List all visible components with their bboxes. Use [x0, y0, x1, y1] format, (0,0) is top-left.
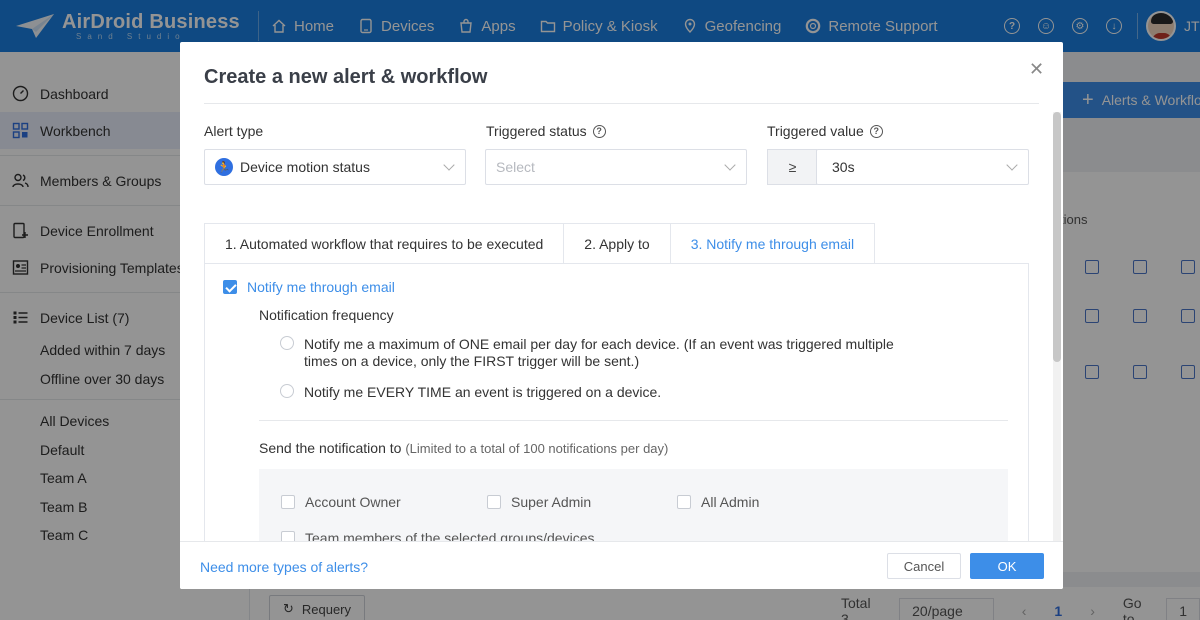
cancel-button[interactable]: Cancel — [887, 553, 961, 579]
checkbox-checked-icon[interactable] — [223, 280, 237, 294]
radio-button[interactable] — [280, 336, 294, 350]
frequency-option-every-time[interactable]: Notify me EVERY TIME an event is trigger… — [280, 384, 661, 401]
tab-automated-workflow[interactable]: 1. Automated workflow that requires to b… — [204, 223, 565, 264]
section-divider — [259, 420, 1008, 421]
send-notification-label: Send the notification to (Limited to a t… — [259, 440, 668, 456]
workflow-tabs: 1. Automated workflow that requires to b… — [204, 223, 876, 264]
recipient-all-admin[interactable]: All Admin — [677, 494, 759, 510]
chevron-down-icon — [443, 159, 455, 171]
chevron-down-icon — [724, 159, 736, 171]
dialog-footer: Need more types of alerts? Cancel OK — [180, 541, 1063, 589]
triggered-value-label: Triggered value ? — [767, 123, 883, 139]
checkbox[interactable] — [677, 495, 691, 509]
triggered-status-select[interactable]: Select — [485, 149, 747, 185]
help-icon[interactable]: ? — [592, 124, 606, 138]
checkbox[interactable] — [487, 495, 501, 509]
send-notification-text: Send the notification to — [259, 440, 402, 456]
alert-type-select[interactable]: 🏃 Device motion status — [204, 149, 466, 185]
recipient-account-owner[interactable]: Account Owner — [281, 494, 401, 510]
send-limit-note: (Limited to a total of 100 notifications… — [405, 441, 669, 456]
notification-frequency-label: Notification frequency — [259, 307, 394, 323]
tab-apply-to[interactable]: 2. Apply to — [564, 223, 671, 264]
title-divider — [204, 103, 1039, 104]
notify-email-checkbox[interactable]: Notify me through email — [223, 279, 395, 295]
frequency-option-once-per-day[interactable]: Notify me a maximum of ONE email per day… — [280, 336, 894, 370]
frequency-option-text: Notify me a maximum of ONE email per day… — [304, 336, 894, 352]
dialog-scrollbar[interactable] — [1053, 112, 1061, 542]
frequency-option-text: times on a device, only the FIRST trigge… — [304, 353, 640, 369]
ok-button[interactable]: OK — [970, 553, 1044, 579]
checkbox[interactable] — [281, 495, 295, 509]
scrollbar-thumb[interactable] — [1053, 112, 1061, 362]
triggered-status-label: Triggered status ? — [486, 123, 606, 139]
triggered-value-value: 30s — [832, 159, 855, 175]
alert-type-label-text: Alert type — [204, 123, 264, 139]
alert-type-value: Device motion status — [240, 159, 370, 175]
tab-notify-email[interactable]: 3. Notify me through email — [670, 223, 876, 264]
recipient-label: All Admin — [701, 494, 760, 510]
alert-type-label: Alert type — [204, 123, 263, 139]
frequency-option-text: Notify me EVERY TIME an event is trigger… — [304, 384, 662, 400]
triggered-status-label-text: Triggered status — [486, 123, 587, 139]
triggered-value-label-text: Triggered value — [767, 123, 864, 139]
triggered-status-placeholder: Select — [496, 159, 535, 175]
radio-button[interactable] — [280, 384, 294, 398]
dialog-title: Create a new alert & workflow — [204, 66, 488, 88]
help-icon[interactable]: ? — [869, 124, 883, 138]
recipient-label: Super Admin — [511, 494, 592, 510]
triggered-value-select[interactable]: 30s — [816, 149, 1029, 185]
more-alert-types-link[interactable]: Need more types of alerts? — [200, 559, 368, 575]
chevron-down-icon — [1006, 159, 1018, 171]
recipient-super-admin[interactable]: Super Admin — [487, 494, 591, 510]
notify-email-label: Notify me through email — [247, 279, 395, 295]
recipient-label: Account Owner — [305, 494, 401, 510]
close-icon[interactable]: ✕ — [1029, 60, 1044, 78]
comparison-operator: ≥ — [767, 149, 817, 185]
running-person-icon: 🏃 — [215, 158, 233, 176]
create-alert-workflow-dialog: Create a new alert & workflow ✕ Alert ty… — [180, 42, 1063, 589]
